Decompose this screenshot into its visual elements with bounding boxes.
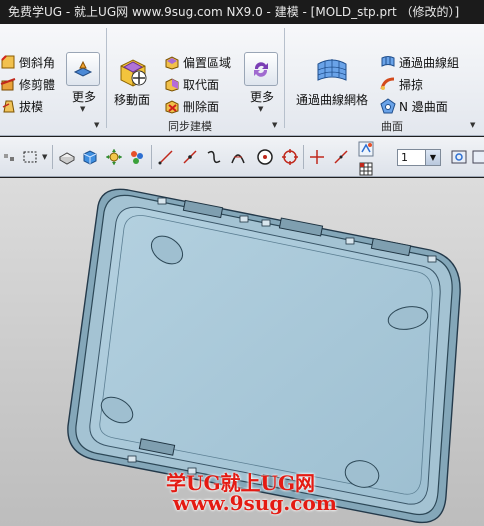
move-face-icon bbox=[120, 59, 147, 87]
sync-more-icon bbox=[254, 62, 268, 77]
arc-tool-icon[interactable] bbox=[228, 147, 248, 167]
trim-body-label: 修剪體 bbox=[19, 77, 56, 92]
more-label-1: 更多 bbox=[72, 90, 97, 104]
chamfer-label: 倒斜角 bbox=[19, 55, 56, 70]
more-button-2[interactable] bbox=[244, 52, 278, 86]
snap-settings-icon[interactable] bbox=[127, 147, 147, 167]
through-curves-icon bbox=[381, 56, 395, 67]
draft-label: 拔模 bbox=[19, 99, 44, 114]
replace-face-label: 取代面 bbox=[183, 77, 220, 92]
group-expand-icon[interactable]: ▼ bbox=[272, 121, 277, 129]
grid-toggle-icon[interactable] bbox=[356, 159, 376, 179]
layer-combo[interactable]: 1 ▼ bbox=[397, 149, 441, 166]
chevron-down-icon[interactable]: ▼ bbox=[258, 105, 263, 113]
swept-label: 掃掠 bbox=[399, 77, 424, 92]
graphics-viewport[interactable]: 学UG就上UG网 www.9sug.com bbox=[0, 178, 484, 526]
delete-face-label: 刪除面 bbox=[183, 99, 220, 114]
delete-face-icon bbox=[165, 100, 179, 114]
toolbar-divider bbox=[52, 145, 53, 169]
curve-mesh-icon bbox=[317, 59, 347, 81]
move-face-button[interactable]: 移動面 bbox=[114, 54, 150, 108]
replace-face-icon bbox=[165, 78, 179, 92]
zoom-window-icon[interactable] bbox=[470, 147, 484, 167]
n-sided-surface-button[interactable]: N 邊曲面 bbox=[380, 96, 448, 116]
watermark-line2: www.9sug.com bbox=[173, 491, 337, 515]
through-curves-button[interactable]: 通過曲線組 bbox=[380, 52, 459, 72]
draft-icon bbox=[2, 100, 15, 113]
line-tool-icon[interactable] bbox=[156, 147, 176, 167]
window-title: 免费学UG - 就上UG网 www.9sug.com NX9.0 - 建模 - … bbox=[0, 0, 484, 24]
line-segment-icon[interactable] bbox=[180, 147, 200, 167]
circle-center-icon[interactable] bbox=[255, 147, 275, 167]
render-style-icon[interactable] bbox=[57, 147, 77, 167]
through-curve-mesh-button[interactable]: 通過曲線網格 bbox=[296, 54, 368, 108]
rectangle-select-icon[interactable] bbox=[20, 147, 40, 167]
more-button-1[interactable] bbox=[66, 52, 100, 86]
curve-tool-icon[interactable] bbox=[204, 147, 224, 167]
point-tool-icon[interactable] bbox=[307, 147, 327, 167]
offset-region-button[interactable]: 偏置區域 bbox=[164, 52, 231, 72]
swept-button[interactable]: 掃掠 bbox=[380, 74, 423, 94]
layer-value: 1 bbox=[401, 151, 408, 164]
zoom-fit-icon[interactable] bbox=[449, 147, 469, 167]
more-label-2: 更多 bbox=[250, 90, 275, 104]
swept-icon bbox=[380, 77, 395, 90]
group-expand-icon[interactable]: ▼ bbox=[94, 121, 99, 129]
quadrant-point-icon[interactable] bbox=[280, 147, 300, 167]
ribbon: 倒斜角 修剪體 拔模 更多 ▼ ▼ 移動面 偏置區域 取代面 刪除面 更多 ▼ … bbox=[0, 24, 484, 136]
replace-face-button[interactable]: 取代面 bbox=[164, 74, 219, 94]
through-curve-mesh-label: 通過曲線網格 bbox=[296, 93, 369, 107]
move-face-label: 移動面 bbox=[114, 93, 151, 107]
more-features-icon bbox=[73, 60, 93, 77]
group-divider bbox=[284, 28, 285, 128]
toolbar-divider bbox=[303, 145, 304, 169]
group-label-sync: 同步建模 bbox=[168, 120, 212, 133]
select-mode-dropdown-icon[interactable]: ▼ bbox=[42, 153, 47, 161]
chamfer-icon bbox=[1, 55, 15, 69]
draft-button[interactable]: 拔模 bbox=[0, 96, 43, 116]
n-sided-surface-label: N 邊曲面 bbox=[399, 99, 448, 114]
offset-region-label: 偏置區域 bbox=[183, 55, 232, 70]
through-curves-label: 通過曲線組 bbox=[399, 55, 460, 70]
delete-face-button[interactable]: 刪除面 bbox=[164, 96, 219, 116]
line-between-points-icon[interactable] bbox=[331, 147, 351, 167]
group-divider bbox=[106, 28, 107, 128]
chevron-down-icon[interactable]: ▼ bbox=[425, 150, 440, 165]
n-sided-surface-icon bbox=[380, 98, 396, 114]
offset-region-icon bbox=[165, 56, 179, 70]
trim-body-button[interactable]: 修剪體 bbox=[0, 74, 55, 94]
snap-toggle-icon[interactable] bbox=[356, 139, 376, 159]
toolbar-divider bbox=[151, 145, 152, 169]
chamfer-button[interactable]: 倒斜角 bbox=[0, 52, 55, 72]
fit-view-icon[interactable] bbox=[104, 147, 124, 167]
trim-body-icon bbox=[0, 78, 16, 91]
chevron-down-icon[interactable]: ▼ bbox=[80, 105, 85, 113]
selection-filter-icon[interactable] bbox=[0, 147, 20, 167]
group-expand-icon[interactable]: ▼ bbox=[470, 121, 475, 129]
shaded-view-icon[interactable] bbox=[80, 147, 100, 167]
toolbar: ▼ 1 ▼ bbox=[0, 137, 484, 177]
group-label-surface: 曲面 bbox=[381, 120, 403, 133]
